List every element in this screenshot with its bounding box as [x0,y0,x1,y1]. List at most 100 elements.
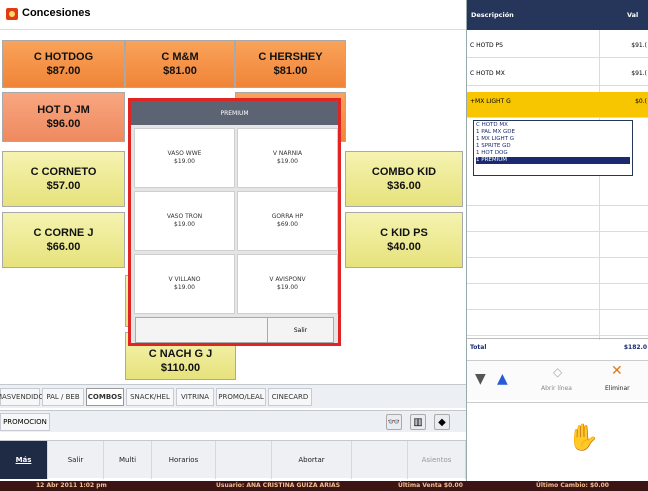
app-title: Concesiones [22,7,91,19]
order-header: Descripción Val [467,0,648,30]
product-button-c-kid-ps[interactable]: C KID PS $40.00 [345,212,463,268]
modifier-line: 1 HOT DOG [476,150,508,156]
glasses-icon[interactable]: 👓 [386,414,402,430]
item-price: $19.00 [174,221,195,228]
product-name: C CORNETO [30,166,97,178]
abrir-linea-button[interactable]: Abrir línea [541,385,572,392]
order-row-desc: +MX LIGHT G [470,98,511,105]
status-datetime: 12 Abr 2011 1:02 pm [36,482,107,489]
item-price: $69.00 [277,221,298,228]
abrir-linea-icon[interactable]: ◇ [553,365,562,379]
empty-row [467,258,648,284]
product-name: C HOTDOG [33,51,94,63]
modifier-line: 1 SPRITE GD [476,143,511,149]
blank-action-button-2[interactable] [352,441,408,479]
delete-x-icon[interactable]: ✕ [611,363,623,379]
salir-button[interactable]: Salir [48,441,104,479]
item-name: GORRA HP [271,213,304,220]
category-tab-combos[interactable]: COMBOS [86,388,124,406]
modifier-line-selected: 1 PREMIUM [476,157,630,164]
category-tab-pal-beb[interactable]: PAL / BEB [42,388,84,406]
total-row: Total $182.0 [467,338,648,358]
product-price: $96.00 [46,118,81,130]
desc-column-header: Descripción [471,11,514,19]
category-bar: MASVENDIDO PAL / BEB COMBOS SNACK/HEL VI… [0,384,466,408]
multi-button[interactable]: Multi [104,441,152,479]
empty-row [467,232,648,258]
action-bar: Más Salir Multi Horarios Abortar Asiento… [0,440,466,479]
status-last-change: Último Cambio: $0.00 [536,482,609,489]
item-price: $19.00 [174,284,195,291]
order-row-selected[interactable]: +MX LIGHT G $0.( [467,92,648,118]
category-tab-cinecard[interactable]: CINECARD [268,388,312,406]
arrow-down-icon[interactable]: ▼ [475,371,486,387]
title-bar: Concesiones [0,0,466,30]
premium-item-v-avisponv[interactable]: V AVISPONV $19.00 [237,254,338,314]
hand-icon[interactable]: ✋ [567,423,599,453]
product-button-c-hotdog[interactable]: C HOTDOG $87.00 [2,40,125,88]
premium-item-vaso-tron[interactable]: VASO TRON $19.00 [134,191,235,251]
order-row[interactable]: C HOTD MX $91.( [467,60,648,86]
premium-item-v-narnia[interactable]: V NARNIA $19.00 [237,128,338,188]
total-label: Total [470,344,487,351]
abortar-button[interactable]: Abortar [272,441,352,479]
product-button-combo-kid[interactable]: COMBO KID $36.00 [345,151,463,207]
popup-footer: Salir [135,317,334,343]
category-tab-promo-leal[interactable]: PROMO/LEAL [216,388,266,406]
category-tab-vitrina[interactable]: VITRINA [176,388,214,406]
product-button-hot-d-jm[interactable]: HOT D JM $96.00 [2,92,125,142]
cube-icon[interactable]: ◆ [434,414,450,430]
product-price: $87.00 [46,65,81,77]
product-name: C NACH G J [148,348,213,360]
horarios-button[interactable]: Horarios [152,441,216,479]
order-row-desc: C HOTD MX [470,70,505,77]
product-price: $110.00 [160,362,201,374]
order-row-desc: C HOTD PS [470,42,503,49]
status-user: Usuario: ANA CRISTINA GUIZA ARIAS [216,482,341,489]
item-price: $19.00 [174,158,195,165]
blank-action-button[interactable] [216,441,272,479]
premium-item-gorra-hp[interactable]: GORRA HP $69.00 [237,191,338,251]
item-name: V AVISPONV [269,276,306,283]
order-row-val: $0.( [635,98,647,105]
status-bar: 12 Abr 2011 1:02 pm Usuario: ANA CRISTIN… [0,481,648,491]
item-name: V VILLANO [168,276,201,283]
promo-bar: PROMOCION 👓 ▥ ◆ [0,410,466,432]
barcode-icon[interactable]: ▥ [410,414,426,430]
item-price: $19.00 [277,158,298,165]
arrow-up-icon[interactable]: ▲ [497,371,508,387]
modifier-line: C HOTD MX [476,122,508,128]
order-tools: ▼ ▲ ◇ Abrir línea ✕ Eliminar [467,360,648,400]
product-button-c-mm[interactable]: C M&M $81.00 [125,40,235,88]
product-button-c-hershey[interactable]: C HERSHEY $81.00 [235,40,346,88]
value-column-header: Val [627,11,639,19]
product-name: C CORNE J [33,227,94,239]
product-panel: Concesiones C HOTDOG $87.00 C M&M $81.00… [0,0,466,491]
premium-popup: PREMIUM VASO WWE $19.00 V NARNIA $19.00 … [128,98,341,346]
eliminar-button[interactable]: Eliminar [605,385,630,392]
category-tab-snack-hel[interactable]: SNACK/HEL [126,388,174,406]
order-row-val: $91.( [631,42,647,49]
asientos-button[interactable]: Asientos [408,441,466,479]
premium-item-v-villano[interactable]: V VILLANO $19.00 [134,254,235,314]
item-name: VASO TRON [166,213,203,220]
popup-title: PREMIUM [131,101,338,125]
popup-salir-button[interactable]: Salir [267,318,333,342]
product-button-c-corne-j[interactable]: C CORNE J $66.00 [2,212,125,268]
product-name: C M&M [161,51,199,63]
promocion-button[interactable]: PROMOCION [0,413,50,431]
product-button-c-corneto[interactable]: C CORNETO $57.00 [2,151,125,207]
modifier-line: 1 MX LIGHT G [476,136,514,142]
product-name: HOT D JM [37,104,90,116]
premium-item-vaso-wwe[interactable]: VASO WWE $19.00 [134,128,235,188]
product-price: $81.00 [273,65,308,77]
modifier-line: 1 PAL MX GDE [476,129,516,135]
product-price: $36.00 [387,180,421,192]
order-row[interactable]: C HOTD PS $91.( [467,32,648,58]
item-name: VASO WWE [167,150,202,157]
modifier-list[interactable]: C HOTD MX 1 PAL MX GDE 1 MX LIGHT G 1 SP… [473,120,633,176]
order-panel: Descripción Val C HOTD PS $91.( C HOTD M… [466,0,648,481]
mas-button[interactable]: Más [0,441,48,479]
category-tab-masvendido[interactable]: MASVENDIDO [0,388,44,406]
item-price: $19.00 [277,284,298,291]
